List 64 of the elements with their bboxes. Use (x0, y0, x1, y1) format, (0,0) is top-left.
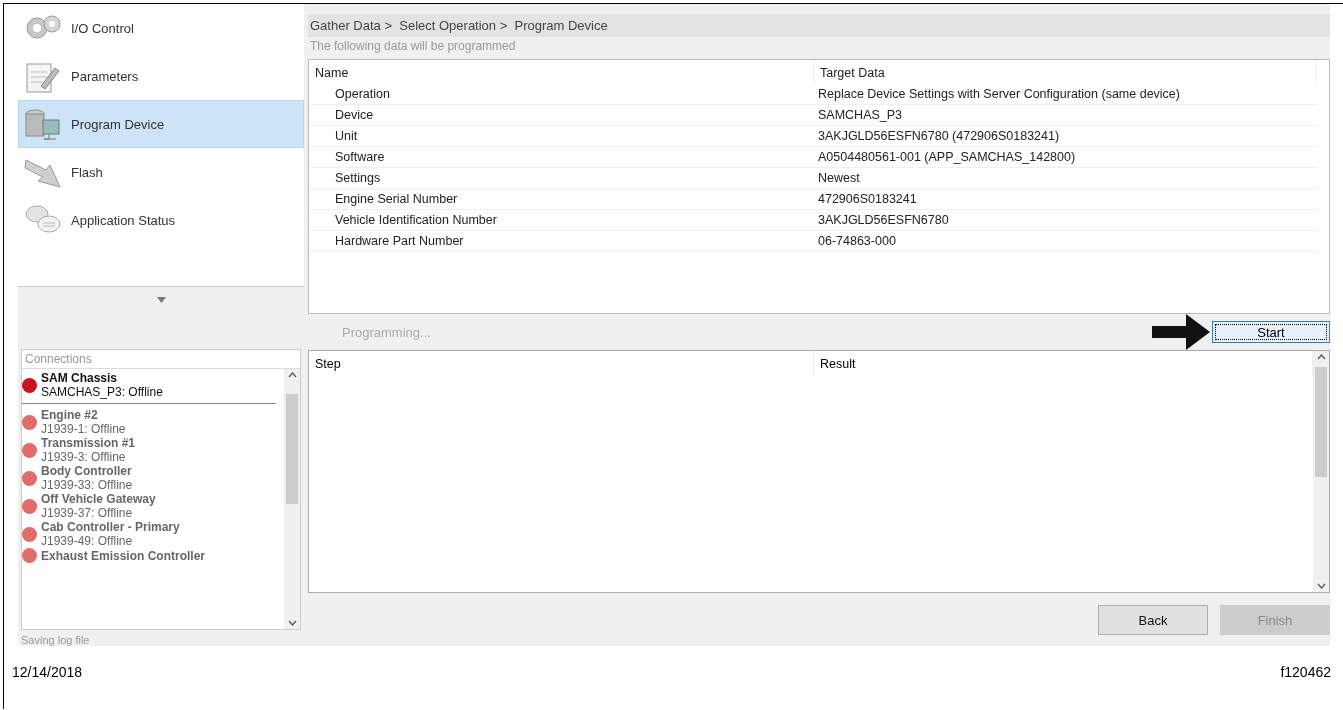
scroll-up-icon (287, 372, 297, 378)
table-cell: Replace Device Settings with Server Configuration (same device) (814, 84, 1317, 105)
column-header: Step (309, 351, 814, 377)
column-header: Name (309, 60, 814, 84)
panel-title: Connections (22, 350, 300, 369)
connection-item[interactable]: Engine #2 J1939-1: Offline (22, 408, 284, 436)
column-header: Target Data (814, 60, 1317, 84)
status-text: Saving log file (20, 633, 91, 646)
nav-item[interactable]: Flash (18, 148, 304, 196)
progress-label: Programming... (342, 324, 431, 340)
nav-item[interactable]: Program Device (18, 100, 304, 148)
database-icon (23, 106, 63, 142)
table-cell: 3AKJGLD56ESFN6780 (472906S0183241) (814, 126, 1317, 147)
table-cell: Newest (814, 168, 1317, 189)
table-cell: Engine Serial Number (309, 189, 814, 210)
breadcrumb: Gather Data > Select Operation > Program Device (308, 14, 1330, 37)
table-cell: SAMCHAS_P3 (814, 105, 1317, 126)
connection-status: SAMCHAS_P3: Offline (41, 385, 163, 399)
scroll-up-icon (1316, 354, 1326, 360)
figure-number: f120462 (1280, 664, 1331, 680)
scroll-down-icon (1316, 583, 1326, 589)
table-cell: Unit (309, 126, 814, 147)
connection-status: J1939-3: Offline (41, 450, 127, 464)
nav-item[interactable]: I/O Control (18, 4, 304, 52)
caret-icon (156, 297, 166, 303)
start-button[interactable]: Start (1212, 321, 1330, 343)
table-cell: 06-74863-000 (814, 231, 1317, 252)
connection-item[interactable]: Body Controller J1939-33: Offline (22, 464, 284, 492)
connection-item[interactable]: Exhaust Emission Controller (22, 548, 284, 563)
table-cell: A0504480561-001 (APP_SAMCHAS_142800) (814, 147, 1317, 168)
date-text: 12/14/2018 (12, 664, 83, 680)
scroll-down-icon (287, 620, 297, 626)
callout-arrow (1152, 314, 1210, 350)
scroll-thumb[interactable] (1315, 366, 1327, 477)
subtitle: The following data will be programmed (309, 38, 517, 55)
scrollbar[interactable] (1313, 351, 1329, 592)
connection-name: Off Vehicle Gateway (41, 492, 156, 506)
scrollbar[interactable] (284, 369, 300, 629)
connection-name: Engine #2 (41, 408, 99, 422)
table-cell: Operation (309, 84, 814, 105)
table-cell: Device (309, 105, 814, 126)
nav-item[interactable]: Application Status (18, 196, 304, 244)
table-cell: Software (309, 147, 814, 168)
table-cell: Hardware Part Number (309, 231, 814, 252)
connection-status: J1939-1: Offline (41, 422, 126, 436)
connection-name: Body Controller (41, 464, 133, 478)
connection-item[interactable]: Off Vehicle Gateway J1939-37: Offline (22, 492, 284, 520)
connection-status: J1939-33: Offline (41, 478, 133, 492)
table-cell: Vehicle Identification Number (309, 210, 814, 231)
connection-item[interactable]: SAM Chassis SAMCHAS_P3: Offline (22, 371, 276, 404)
connection-item[interactable]: Transmission #1 J1939-3: Offline (22, 436, 284, 464)
connection-name: SAM Chassis (41, 371, 119, 385)
table-cell: Settings (309, 168, 814, 189)
connection-status: J1939-49: Offline (41, 534, 134, 548)
connection-name: Transmission #1 (41, 436, 136, 450)
table-cell: 3AKJGLD56ESFN6780 (814, 210, 1317, 231)
table-cell: 472906S0183241 (814, 189, 1317, 210)
connection-name: Cab Controller - Primary (41, 520, 180, 534)
scroll-thumb[interactable] (286, 394, 298, 504)
connection-item[interactable]: Cab Controller - Primary J1939-49: Offline (22, 520, 284, 548)
nav-item[interactable]: Parameters (18, 52, 304, 100)
connection-name: Exhaust Emission Controller (41, 548, 206, 563)
nav-button[interactable]: Back (1098, 605, 1208, 635)
connection-status: J1939-37: Offline (41, 506, 134, 520)
